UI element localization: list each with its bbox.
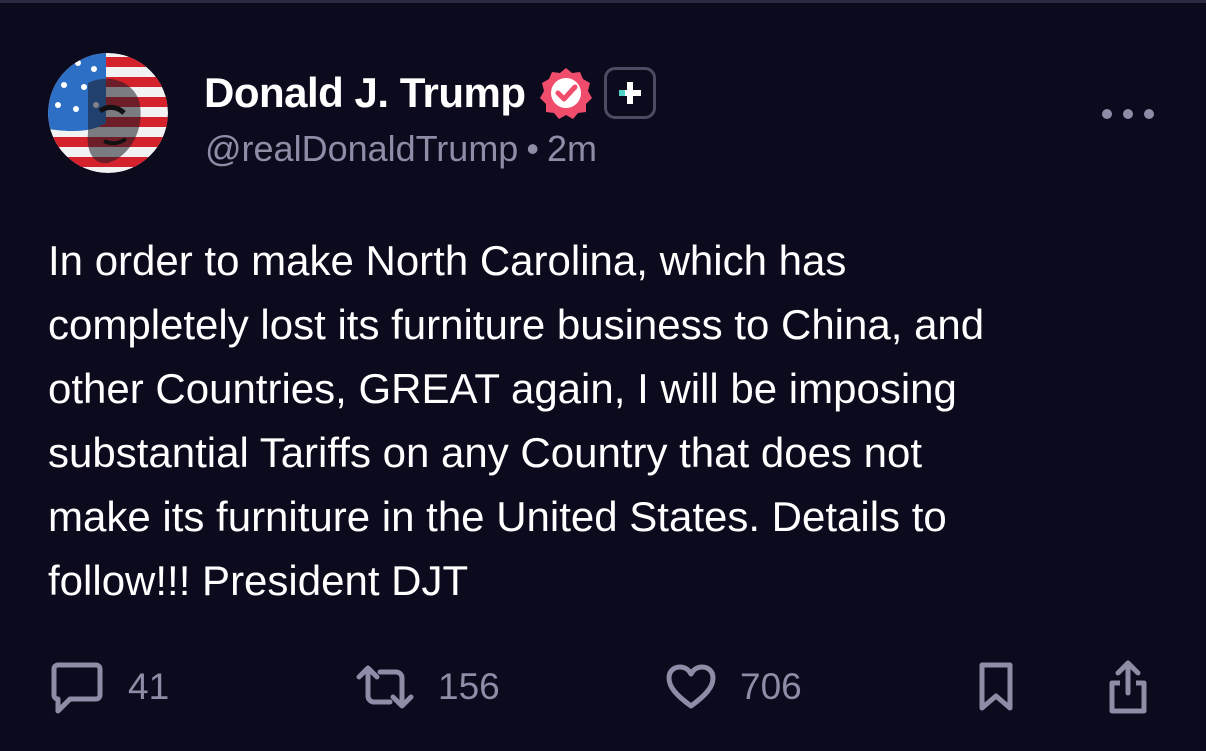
more-dots-icon: [1102, 109, 1112, 119]
retruth-button[interactable]: 156: [356, 657, 500, 717]
separator-dot: •: [526, 128, 539, 169]
author-name-row: Donald J. Trump: [204, 65, 656, 121]
author-display-name[interactable]: Donald J. Trump: [204, 69, 526, 117]
retruth-count: 156: [438, 666, 500, 707]
author-handle[interactable]: @realDonaldTrump: [205, 128, 518, 169]
author-meta: @realDonaldTrump • 2m: [205, 128, 597, 170]
more-options-button[interactable]: [1102, 101, 1154, 127]
like-button[interactable]: 706: [666, 657, 802, 717]
more-dots-icon: [1144, 109, 1154, 119]
verified-check-icon: [538, 65, 594, 121]
like-count: 706: [740, 666, 802, 707]
reply-count: 41: [128, 666, 170, 707]
share-button[interactable]: [1106, 657, 1150, 717]
more-dots-icon: [1123, 109, 1133, 119]
avatar-image: [48, 53, 168, 173]
bookmark-button[interactable]: [976, 657, 1016, 717]
reply-bubble-icon: [50, 659, 104, 715]
post-card: Donald J. Trump @realDonaldTrump • 2m In o…: [0, 0, 1206, 751]
post-text: In order to make North Carolina, which h…: [48, 237, 985, 604]
reply-button[interactable]: 41: [50, 657, 169, 717]
share-icon: [1106, 659, 1150, 715]
plus-icon[interactable]: [603, 67, 656, 119]
bookmark-icon: [976, 660, 1016, 714]
avatar[interactable]: [48, 53, 168, 173]
heart-icon: [666, 664, 716, 710]
retruth-icon: [356, 662, 414, 712]
post-timestamp[interactable]: 2m: [547, 128, 597, 169]
